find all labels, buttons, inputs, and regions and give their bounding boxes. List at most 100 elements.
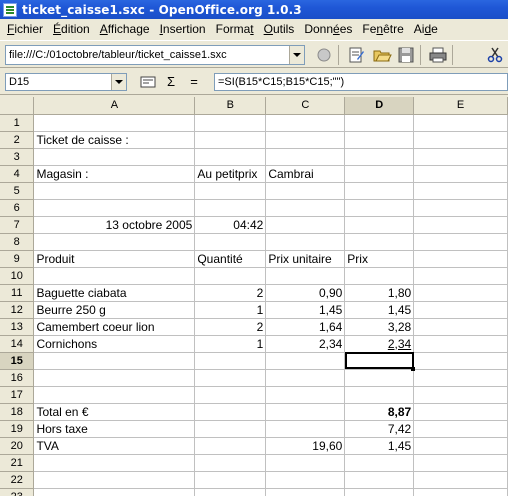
cell-a6[interactable] — [33, 199, 196, 217]
row-header[interactable]: 11 — [0, 284, 35, 302]
cell-a15[interactable] — [33, 352, 196, 370]
cell-a21[interactable] — [33, 454, 196, 472]
menu-item[interactable]: Fenêtre — [357, 22, 408, 36]
cell-b18[interactable] — [194, 403, 267, 421]
cell-d7[interactable] — [344, 216, 415, 234]
cell-e1[interactable] — [413, 114, 508, 132]
cell-e19[interactable] — [413, 420, 508, 438]
row-header[interactable]: 20 — [0, 437, 35, 455]
save-icon[interactable] — [396, 46, 416, 64]
cell-d23[interactable] — [344, 488, 415, 496]
row-header[interactable]: 13 — [0, 318, 35, 336]
cell-a22[interactable] — [33, 471, 196, 489]
cell-a9[interactable]: Produit — [33, 250, 196, 268]
cell-a10[interactable] — [33, 267, 196, 285]
function-autopilot-icon[interactable] — [139, 74, 157, 90]
row-header[interactable]: 1 — [0, 114, 35, 132]
cell-d3[interactable] — [344, 148, 415, 166]
row-header[interactable]: 14 — [0, 335, 35, 353]
print-icon[interactable] — [428, 46, 448, 64]
column-header-b[interactable]: B — [194, 97, 267, 115]
cell-c3[interactable] — [265, 148, 346, 166]
cell-e6[interactable] — [413, 199, 508, 217]
cell-e7[interactable] — [413, 216, 508, 234]
cell-c17[interactable] — [265, 386, 346, 404]
cell-a20[interactable]: TVA — [33, 437, 196, 455]
url-dropdown-button[interactable] — [289, 46, 304, 64]
cell-e23[interactable] — [413, 488, 508, 496]
cell-c14[interactable]: 2,34 — [265, 335, 346, 353]
menu-item[interactable]: Données — [299, 22, 357, 36]
row-header[interactable]: 19 — [0, 420, 35, 438]
cell-e5[interactable] — [413, 182, 508, 200]
menu-item[interactable]: Fichier — [2, 22, 48, 36]
cell-b11[interactable]: 2 — [194, 284, 267, 302]
cell-b7[interactable]: 04:42 — [194, 216, 267, 234]
cell-d12[interactable]: 1,45 — [344, 301, 415, 319]
row-header[interactable]: 5 — [0, 182, 35, 200]
name-box-dropdown-button[interactable] — [111, 74, 126, 90]
cell-c2[interactable] — [265, 131, 346, 149]
cell-e18[interactable] — [413, 403, 508, 421]
cell-c18[interactable] — [265, 403, 346, 421]
row-header[interactable]: 23 — [0, 488, 35, 496]
row-header[interactable]: 7 — [0, 216, 35, 234]
row-header[interactable]: 3 — [0, 148, 35, 166]
cell-b21[interactable] — [194, 454, 267, 472]
cell-a18[interactable]: Total en € — [33, 403, 196, 421]
sum-button[interactable]: Σ — [162, 74, 180, 90]
cell-e3[interactable] — [413, 148, 508, 166]
cell-b19[interactable] — [194, 420, 267, 438]
cell-a7[interactable]: 13 octobre 2005 — [33, 216, 196, 234]
cell-c15[interactable] — [265, 352, 346, 370]
cell-a23[interactable] — [33, 488, 196, 496]
cell-b13[interactable]: 2 — [194, 318, 267, 336]
row-header[interactable]: 8 — [0, 233, 35, 251]
cell-c13[interactable]: 1,64 — [265, 318, 346, 336]
cell-c22[interactable] — [265, 471, 346, 489]
menu-item[interactable]: Format — [211, 22, 259, 36]
menu-item[interactable]: Aide — [409, 22, 443, 36]
cell-d5[interactable] — [344, 182, 415, 200]
cell-c9[interactable]: Prix unitaire — [265, 250, 346, 268]
menu-item[interactable]: Affichage — [95, 22, 155, 36]
row-header[interactable]: 12 — [0, 301, 35, 319]
name-box[interactable]: D15 — [5, 73, 127, 91]
function-button[interactable]: = — [185, 74, 203, 90]
cell-a8[interactable] — [33, 233, 196, 251]
column-header-a[interactable]: A — [33, 97, 196, 115]
cell-b3[interactable] — [194, 148, 267, 166]
cell-c4[interactable]: Cambrai — [265, 165, 346, 183]
row-header[interactable]: 10 — [0, 267, 35, 285]
cell-a14[interactable]: Cornichons — [33, 335, 196, 353]
cell-c7[interactable] — [265, 216, 346, 234]
menu-item[interactable]: Édition — [48, 22, 95, 36]
cell-b20[interactable] — [194, 437, 267, 455]
column-header-e[interactable]: E — [413, 97, 508, 115]
row-header[interactable]: 17 — [0, 386, 35, 404]
cell-e2[interactable] — [413, 131, 508, 149]
cell-b17[interactable] — [194, 386, 267, 404]
select-all-corner[interactable] — [0, 97, 35, 115]
cell-a3[interactable] — [33, 148, 196, 166]
cell-d22[interactable] — [344, 471, 415, 489]
row-header[interactable]: 9 — [0, 250, 35, 268]
row-header[interactable]: 6 — [0, 199, 35, 217]
cell-a16[interactable] — [33, 369, 196, 387]
cell-b15[interactable] — [194, 352, 267, 370]
cell-e20[interactable] — [413, 437, 508, 455]
cell-d18[interactable]: 8,87 — [344, 403, 415, 421]
cell-a17[interactable] — [33, 386, 196, 404]
cell-b23[interactable] — [194, 488, 267, 496]
cell-c10[interactable] — [265, 267, 346, 285]
cell-e21[interactable] — [413, 454, 508, 472]
cell-c5[interactable] — [265, 182, 346, 200]
cell-b10[interactable] — [194, 267, 267, 285]
cell-e4[interactable] — [413, 165, 508, 183]
cell-d21[interactable] — [344, 454, 415, 472]
stop-icon[interactable] — [314, 46, 334, 64]
cell-d16[interactable] — [344, 369, 415, 387]
cell-d4[interactable] — [344, 165, 415, 183]
cell-d11[interactable]: 1,80 — [344, 284, 415, 302]
cell-e8[interactable] — [413, 233, 508, 251]
